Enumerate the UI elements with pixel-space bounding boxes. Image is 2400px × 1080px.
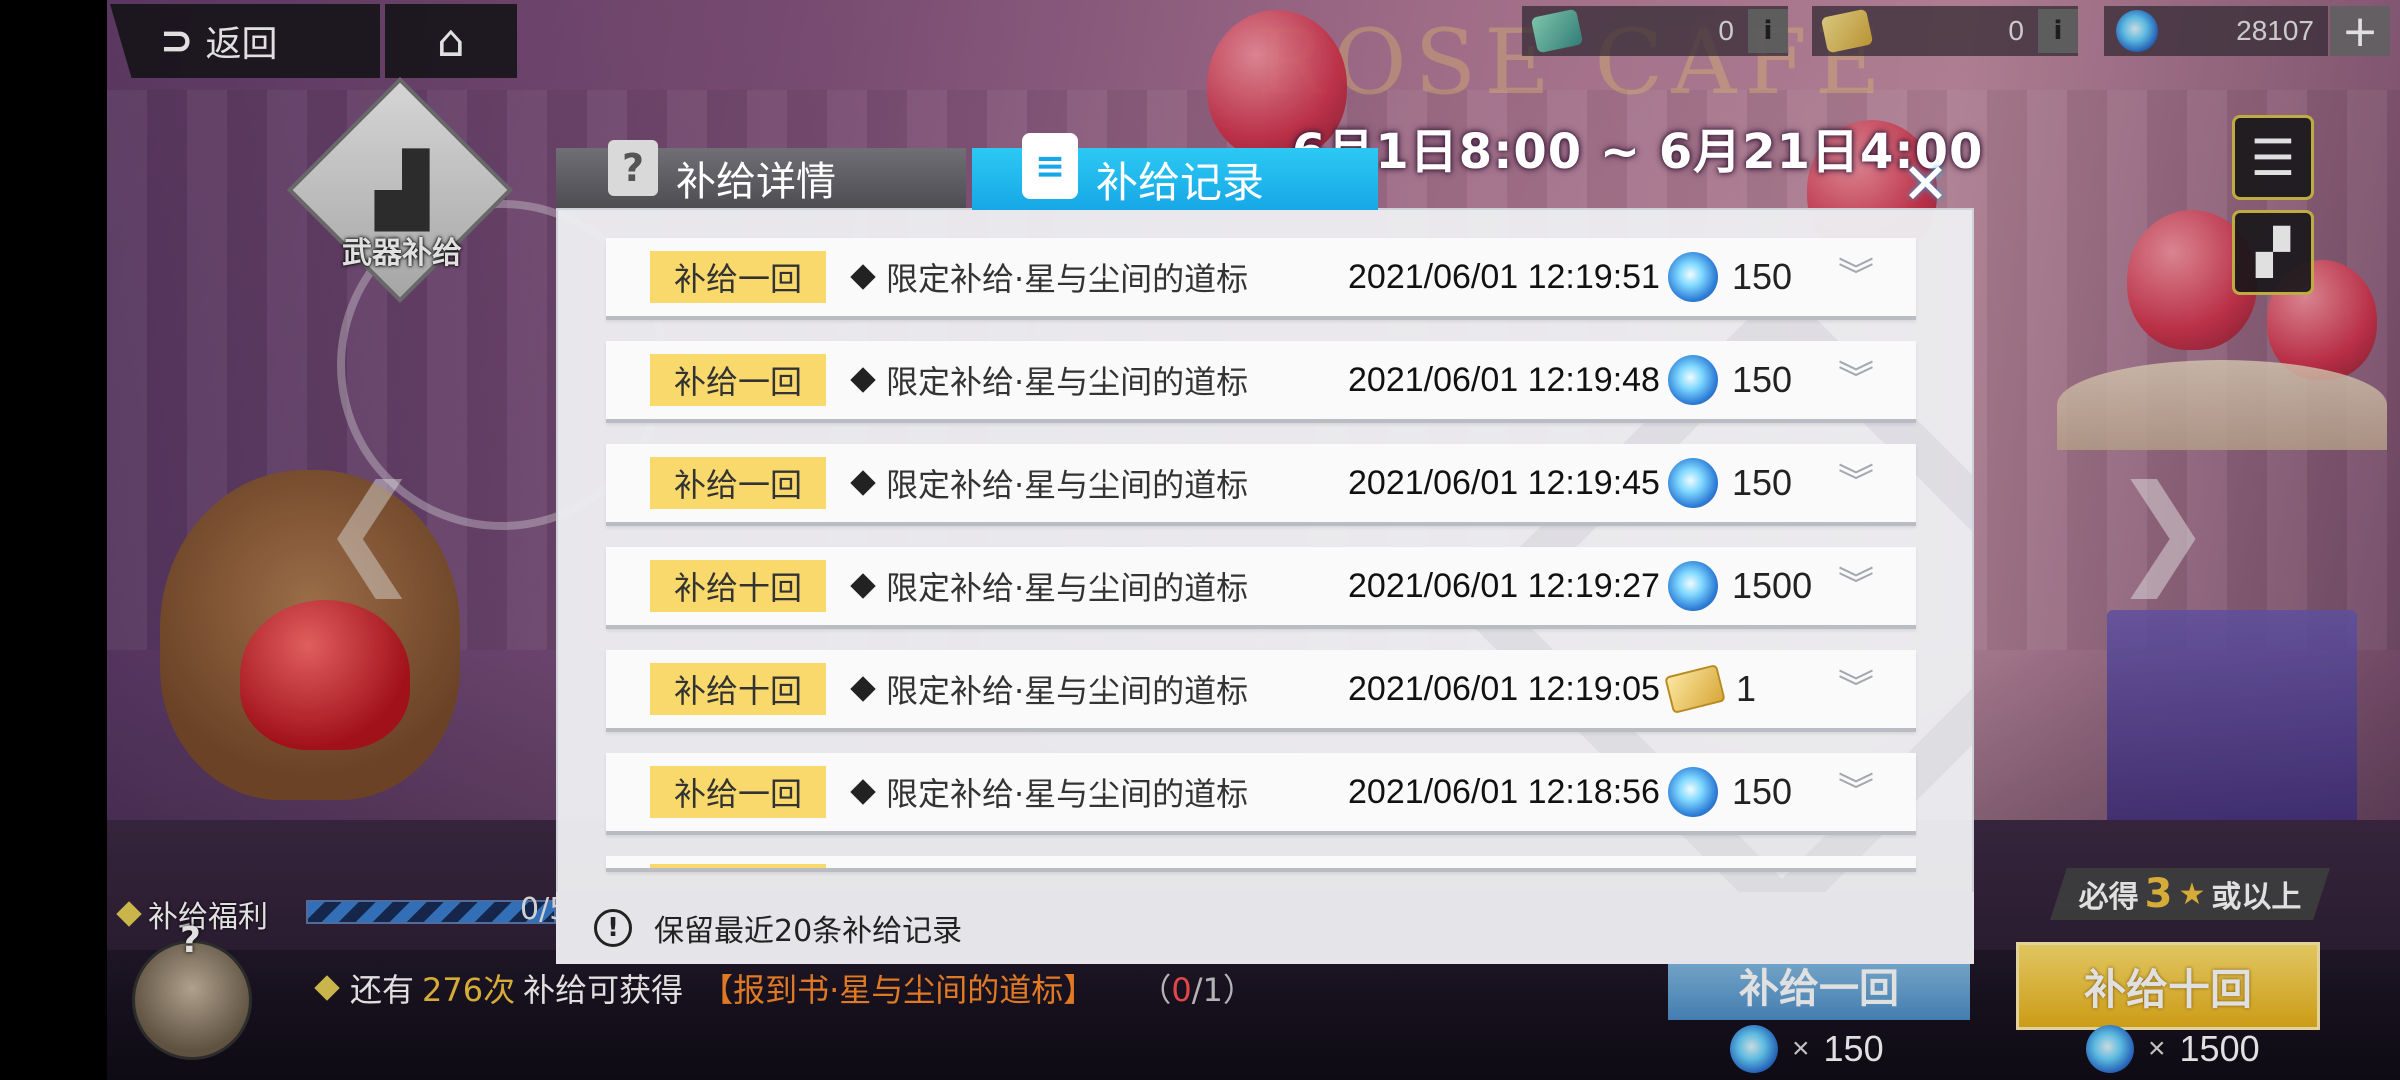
expand-chevron-icon[interactable]: ︾ (1836, 259, 1876, 294)
record-type-badge: 补给一回 (650, 457, 826, 509)
gem-icon (1668, 252, 1718, 302)
record-cost: 150 (1732, 359, 1793, 400)
tab-supply-records[interactable]: ≡ 补给记录 (972, 133, 1378, 210)
expand-chevron-icon[interactable]: ︾ (1836, 362, 1876, 397)
record-type-badge: 补给一回 (650, 354, 826, 406)
record-type-badge: 补给一回 (650, 251, 826, 303)
record-pool-name: 限定补给·星与尘间的道标 (886, 672, 1249, 710)
gem-icon (1668, 458, 1718, 508)
ticket-icon (1664, 664, 1726, 714)
record-row[interactable]: 补给一回 限定补给·星与尘间的道标 2021/06/01 12:19:45 15… (606, 444, 1916, 526)
record-cost: 150 (1732, 256, 1793, 297)
tab-supply-details[interactable]: ? 补给详情 (556, 140, 966, 208)
expand-chevron-icon[interactable]: ︾ (1836, 568, 1876, 603)
record-row[interactable]: 补给一回 限定补给·星与尘间的道标 2021/06/01 12:19:51 15… (606, 238, 1916, 320)
gem-icon (1668, 767, 1718, 817)
diamond-bullet-icon (850, 264, 876, 290)
records-footer-note: 保留最近20条补给记录 (654, 914, 963, 949)
record-time: 2021/06/01 12:19:51 (1348, 257, 1660, 296)
expand-chevron-icon[interactable]: ︾ (1836, 465, 1876, 500)
record-row[interactable]: 补给十回 限定补给·星与尘间的道标 2021/06/01 12:19:05 1 … (606, 650, 1916, 732)
gem-icon (1668, 355, 1718, 405)
record-row[interactable]: 补给一回 限定补给·星与尘间的道标 2021/06/01 12:19:48 15… (606, 341, 1916, 423)
clipboard-icon: ≡ (1022, 133, 1078, 199)
record-cost: 1500 (1732, 565, 1813, 606)
record-cost: 150 (1732, 462, 1793, 503)
record-pool: 限定补给·星与尘间的道标 (850, 254, 1249, 300)
record-pool: 限定补给·星与尘间的道标 (850, 460, 1249, 506)
record-type-badge: 补给十回 (650, 560, 826, 612)
question-clipboard-icon: ? (608, 140, 658, 196)
diamond-bullet-icon (850, 676, 876, 702)
diamond-bullet-icon (850, 779, 876, 805)
record-cost: 150 (1732, 771, 1793, 812)
record-pool-name: 限定补给·星与尘间的道标 (886, 775, 1249, 813)
tab-supply-records-label: 补给记录 (1096, 157, 1265, 207)
record-pool-name: 限定补给·星与尘间的道标 (886, 260, 1249, 298)
record-type-badge: 补给十回 (650, 663, 826, 715)
record-pool: 限定补给·星与尘间的道标 (850, 563, 1249, 609)
record-time: 2021/06/01 12:19:45 (1348, 463, 1660, 502)
record-type-badge: 补给一回 (650, 766, 826, 818)
record-type-badge-partial (650, 864, 826, 868)
record-time: 2021/06/01 12:19:05 (1348, 669, 1660, 708)
event-date-range: 6月1日8:00 ~ 6月21日4:00 (1292, 124, 1984, 180)
expand-chevron-icon[interactable]: ︾ (1836, 671, 1876, 706)
expand-chevron-icon[interactable]: ︾ (1836, 774, 1876, 809)
records-list[interactable]: 补给一回 限定补给·星与尘间的道标 2021/06/01 12:19:51 15… (606, 238, 1916, 872)
record-row[interactable]: 补给十回 限定补给·星与尘间的道标 2021/06/01 12:19:27 15… (606, 547, 1916, 629)
record-pool: 限定补给·星与尘间的道标 (850, 769, 1249, 815)
record-time: 2021/06/01 12:19:27 (1348, 566, 1660, 605)
diamond-bullet-icon (850, 573, 876, 599)
record-pool: 限定补给·星与尘间的道标 (850, 666, 1249, 712)
record-row-partial[interactable] (606, 856, 1916, 872)
gem-icon (1668, 561, 1718, 611)
record-pool-name: 限定补给·星与尘间的道标 (886, 466, 1249, 504)
record-pool: 限定补给·星与尘间的道标 (850, 357, 1249, 403)
records-footer: ! 保留最近20条补给记录 (556, 892, 1974, 964)
record-cost: 1 (1736, 668, 1757, 709)
record-time: 2021/06/01 12:18:56 (1348, 772, 1660, 811)
record-row[interactable]: 补给一回 限定补给·星与尘间的道标 2021/06/01 12:18:56 15… (606, 753, 1916, 835)
diamond-bullet-icon (850, 470, 876, 496)
tab-supply-details-label: 补给详情 (676, 159, 836, 205)
alert-icon: ! (594, 909, 632, 947)
record-time: 2021/06/01 12:19:48 (1348, 360, 1660, 399)
record-pool-name: 限定补给·星与尘间的道标 (886, 363, 1249, 401)
record-pool-name: 限定补给·星与尘间的道标 (886, 569, 1249, 607)
diamond-bullet-icon (850, 367, 876, 393)
